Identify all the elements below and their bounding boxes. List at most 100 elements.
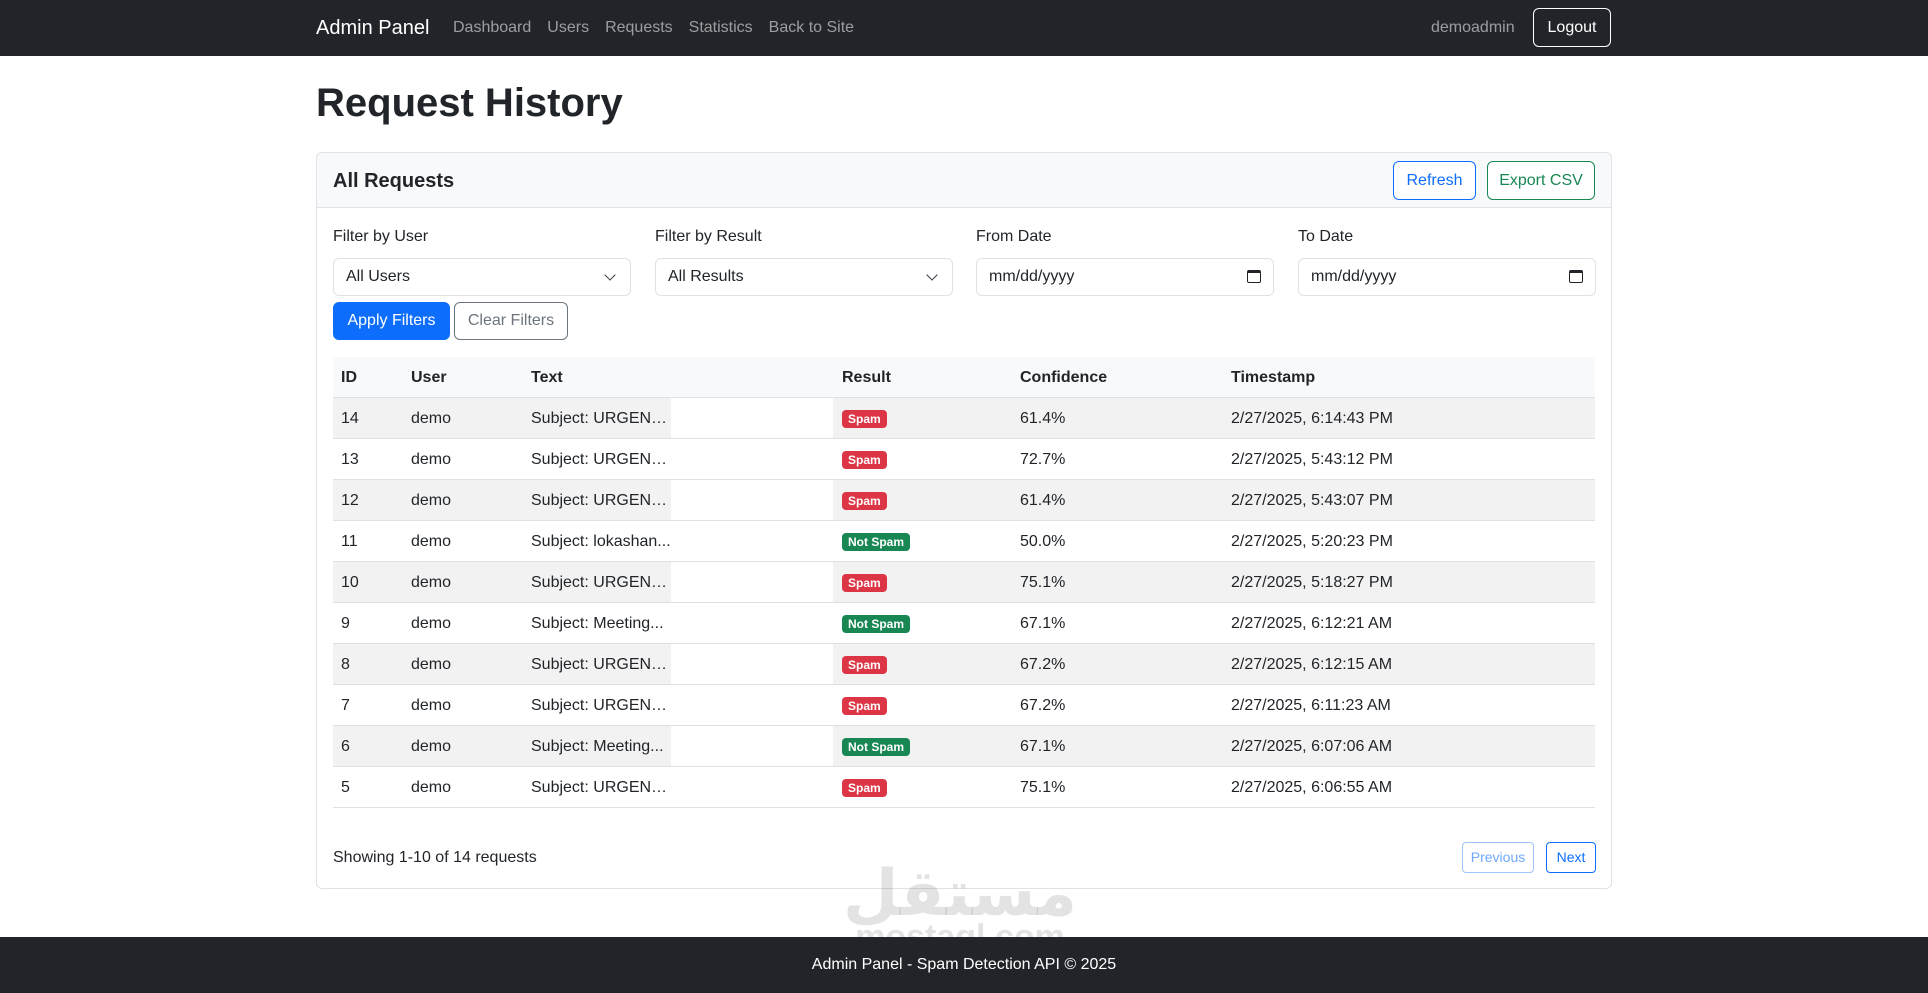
filter-user-value: All Users — [346, 268, 411, 285]
cell-confidence: 72.7% — [1020, 451, 1066, 468]
filter-user-select[interactable]: All Users — [333, 258, 631, 296]
cell-user: demo — [411, 492, 452, 509]
cell-id: 13 — [341, 451, 359, 468]
table-row: 11 demo Subject: lokashan... Not Spam 50.0% 2… — [333, 521, 1595, 562]
cell-id: 7 — [341, 697, 350, 714]
navbar-brand[interactable]: Admin Panel — [316, 14, 429, 42]
cell-confidence: 67.1% — [1020, 615, 1066, 632]
cell-user: demo — [411, 738, 452, 755]
filter-result-label: Filter by Result — [655, 228, 762, 245]
result-badge: Spam — [842, 697, 887, 715]
nav-link-statistics[interactable]: Statistics — [689, 17, 753, 39]
cell-user: demo — [411, 656, 452, 673]
col-header-id: ID — [341, 369, 357, 386]
result-badge: Spam — [842, 451, 887, 469]
logout-button[interactable]: Logout — [1533, 8, 1611, 47]
nav-links: Dashboard Users Requests Statistics Back… — [453, 17, 870, 39]
cell-confidence: 67.1% — [1020, 738, 1066, 755]
table-row: 5 demo Subject: URGENT... Spam 75.1% 2/27/202… — [333, 767, 1595, 808]
nav-link-requests[interactable]: Requests — [605, 17, 673, 39]
cell-gap — [671, 439, 833, 479]
cell-timestamp: 2/27/2025, 5:43:12 PM — [1231, 451, 1393, 468]
pagination-summary: Showing 1-10 of 14 requests — [333, 849, 537, 866]
cell-confidence: 67.2% — [1020, 697, 1066, 714]
table-row: 10 demo Subject: URGENT... Spam 75.1% 2/27/20… — [333, 562, 1595, 603]
result-badge: Spam — [842, 492, 887, 510]
table-row: 13 demo Subject: URGENT... Spam 72.7% 2/27/20… — [333, 439, 1595, 480]
calendar-icon[interactable] — [1569, 270, 1583, 283]
result-badge: Not Spam — [842, 533, 911, 551]
table-row: 8 demo Subject: URGENT... Spam 67.2% 2/27/202… — [333, 644, 1595, 685]
nav-link-users[interactable]: Users — [547, 17, 589, 39]
cell-timestamp: 2/27/2025, 5:20:23 PM — [1231, 533, 1393, 550]
calendar-icon[interactable] — [1247, 270, 1261, 283]
to-date-input[interactable]: mm/dd/yyyy — [1298, 258, 1596, 296]
clear-filters-button[interactable]: Clear Filters — [454, 302, 568, 340]
refresh-button[interactable]: Refresh — [1393, 161, 1476, 200]
cell-id: 11 — [341, 533, 358, 550]
requests-table: ID User Text Result Confidence Timestamp… — [333, 357, 1595, 808]
chevron-down-icon — [604, 269, 616, 281]
cell-confidence: 61.4% — [1020, 492, 1066, 509]
to-date-value: mm/dd/yyyy — [1311, 268, 1397, 285]
cell-id: 10 — [341, 574, 359, 591]
cell-gap — [671, 521, 833, 561]
cell-user: demo — [411, 697, 452, 714]
result-badge: Not Spam — [842, 615, 911, 633]
cell-text: Subject: Meeting... — [523, 603, 671, 643]
cell-text: Subject: URGENT... — [523, 644, 671, 684]
cell-confidence: 75.1% — [1020, 574, 1066, 591]
cell-text: Subject: URGENT... — [523, 439, 671, 479]
previous-page-button[interactable]: Previous — [1462, 842, 1534, 873]
from-date-value: mm/dd/yyyy — [989, 268, 1075, 285]
cell-timestamp: 2/27/2025, 5:18:27 PM — [1231, 574, 1393, 591]
cell-timestamp: 2/27/2025, 6:11:23 AM — [1231, 697, 1391, 714]
apply-filters-button[interactable]: Apply Filters — [333, 302, 450, 340]
cell-user: demo — [411, 410, 452, 427]
cell-user: demo — [411, 779, 452, 796]
from-date-input[interactable]: mm/dd/yyyy — [976, 258, 1274, 296]
cell-confidence: 61.4% — [1020, 410, 1066, 427]
next-page-button[interactable]: Next — [1546, 842, 1596, 873]
table-row: 7 demo Subject: URGENT... Spam 67.2% 2/27/202… — [333, 685, 1595, 726]
cell-user: demo — [411, 451, 452, 468]
nav-link-back-to-site[interactable]: Back to Site — [769, 17, 854, 39]
cell-gap — [671, 685, 833, 725]
cell-timestamp: 2/27/2025, 5:43:07 PM — [1231, 492, 1393, 509]
cell-text: Subject: URGENT... — [523, 480, 671, 520]
filter-user-group: Filter by User All Users — [333, 226, 631, 296]
cell-gap — [671, 767, 833, 807]
cell-gap — [671, 480, 833, 520]
cell-user: demo — [411, 615, 452, 632]
filter-result-group: Filter by Result All Results — [655, 226, 953, 296]
cell-id: 8 — [341, 656, 350, 673]
to-date-group: To Date mm/dd/yyyy — [1298, 226, 1596, 296]
filter-result-select[interactable]: All Results — [655, 258, 953, 296]
cell-timestamp: 2/27/2025, 6:14:43 PM — [1231, 410, 1393, 427]
cell-id: 6 — [341, 738, 350, 755]
navbar-username: demoadmin — [1431, 19, 1515, 36]
card-title: All Requests — [333, 170, 455, 192]
cell-text: Subject: URGENT... — [523, 398, 671, 438]
cell-timestamp: 2/27/2025, 6:12:21 AM — [1231, 615, 1393, 632]
col-header-confidence: Confidence — [1020, 369, 1108, 386]
nav-link-dashboard[interactable]: Dashboard — [453, 17, 531, 39]
cell-id: 5 — [341, 779, 350, 796]
filter-result-value: All Results — [668, 268, 744, 285]
filter-user-label: Filter by User — [333, 228, 429, 245]
page-title: Request History — [316, 81, 623, 125]
table-body: 14 demo Subject: URGENT... Spam 61.4% 2/27/20… — [333, 398, 1595, 808]
cell-id: 9 — [341, 615, 350, 632]
export-csv-button[interactable]: Export CSV — [1487, 161, 1595, 200]
site-footer: Admin Panel - Spam Detection API © 2025 — [0, 937, 1928, 993]
table-row: 6 demo Subject: Meeting... Not Spam 67.1% 2/2… — [333, 726, 1595, 767]
from-date-group: From Date mm/dd/yyyy — [976, 226, 1274, 296]
cell-user: demo — [411, 533, 452, 550]
to-date-label: To Date — [1298, 228, 1354, 245]
cell-timestamp: 2/27/2025, 6:12:15 AM — [1231, 656, 1393, 673]
result-badge: Spam — [842, 779, 887, 797]
card-header: All Requests Refresh Export CSV — [317, 153, 1611, 208]
cell-timestamp: 2/27/2025, 6:07:06 AM — [1231, 738, 1393, 755]
cell-gap — [671, 603, 833, 643]
cell-gap — [671, 398, 833, 438]
